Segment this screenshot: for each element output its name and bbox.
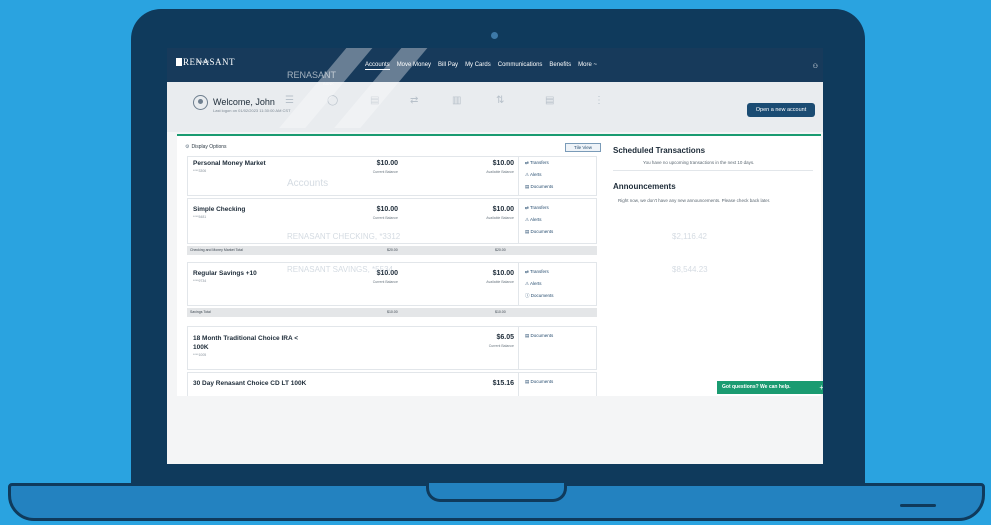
- screen-lower-area: [167, 396, 823, 464]
- scheduled-transactions-title: Scheduled Transactions: [613, 146, 706, 155]
- webcam-dot: [491, 32, 498, 39]
- available-balance: $10.00: [492, 270, 514, 277]
- deposit-icon[interactable]: ▥: [452, 95, 462, 107]
- user-icon[interactable]: ⚇: [813, 63, 818, 70]
- account-links: ▤ Documents: [518, 327, 598, 369]
- account-links: ⇄ Transfers ⚠ Alerts ▤ Documents: [518, 199, 598, 243]
- logo-mark-icon: [176, 58, 182, 66]
- welcome-title: Welcome, John: [213, 97, 275, 107]
- account-name[interactable]: Personal Money Market: [193, 160, 266, 167]
- account-row[interactable]: Personal Money Market ****3306 $10.00 Cu…: [187, 156, 597, 196]
- accounts-card: Display Options Tile View Personal Money…: [177, 134, 823, 398]
- help-chat-button[interactable]: Got questions? We can help. +: [717, 381, 823, 394]
- account-number: ****1005: [193, 353, 207, 357]
- alerts-link[interactable]: ⚠ Alerts: [525, 217, 542, 223]
- current-balance-label: Current Balance: [372, 170, 398, 174]
- display-options-toggle[interactable]: Display Options: [185, 144, 226, 150]
- transfers-link[interactable]: ⇄ Transfers: [525, 160, 549, 166]
- current-balance-label: Current Balance: [488, 344, 514, 348]
- total-available: $10.00: [495, 310, 506, 314]
- last-logon-text: Last logon on 01/02/2023 11:30:00 AM CST: [213, 108, 291, 113]
- scheduled-empty-text: You have no upcoming transactions in the…: [643, 160, 755, 165]
- transfers-link[interactable]: ⇄ Transfers: [525, 205, 549, 211]
- account-number: ****5481: [193, 215, 207, 219]
- laptop-indicator: [900, 504, 936, 507]
- laptop-screen: RENASANT BANK Accounts Move Money Bill P…: [167, 48, 823, 464]
- current-balance-label: Current Balance: [372, 280, 398, 284]
- nav-my-cards[interactable]: My Cards: [465, 62, 491, 70]
- account-row[interactable]: 18 Month Traditional Choice IRA < 100K *…: [187, 326, 597, 370]
- overlay-checking: RENASANT CHECKING, *3312: [287, 232, 401, 241]
- alerts-link[interactable]: ⚠ Alerts: [525, 172, 542, 178]
- group-total-row: Checking and Money Market Total $20.00 $…: [187, 246, 597, 255]
- sort-icon[interactable]: ⇅: [496, 95, 506, 107]
- available-balance-label: Available Balance: [486, 170, 514, 174]
- account-name[interactable]: Regular Savings +10: [193, 270, 257, 277]
- transfers-link[interactable]: ⇄ Transfers: [525, 269, 549, 275]
- document-icon[interactable]: ▤: [545, 95, 555, 107]
- current-balance-label: Current Balance: [372, 216, 398, 220]
- available-balance-label: Available Balance: [486, 216, 514, 220]
- group-total-row: Savings Total $10.00 $10.00: [187, 308, 597, 317]
- messages-icon[interactable]: ☰: [285, 95, 295, 107]
- account-name[interactable]: 30 Day Renasant Choice CD LT 100K: [193, 380, 306, 387]
- overlay-checking-amount: $2,116.42: [672, 232, 707, 241]
- documents-link[interactable]: ▤ Documents: [525, 184, 553, 190]
- nav-more[interactable]: More ~: [578, 62, 597, 70]
- section-divider: [613, 170, 813, 171]
- account-name[interactable]: Simple Checking: [193, 206, 245, 213]
- account-number: ****3306: [193, 169, 207, 173]
- account-links: ⇄ Transfers ⚠ Alerts ▤ Documents: [518, 157, 598, 195]
- avatar-icon: [193, 95, 208, 110]
- account-row[interactable]: 30 Day Renasant Choice CD LT 100K $15.16…: [187, 372, 597, 398]
- overlay-brand: RENASANT: [287, 70, 337, 80]
- total-available: $20.00: [495, 248, 506, 252]
- available-balance: $10.00: [492, 160, 514, 167]
- announcements-title: Announcements: [613, 182, 676, 191]
- available-balance: $10.00: [492, 206, 514, 213]
- overlay-accounts-heading: Accounts: [287, 178, 329, 189]
- welcome-banner: Welcome, John Last logon on 01/02/2023 1…: [167, 82, 823, 132]
- plus-icon: +: [819, 383, 823, 392]
- current-balance: $10.00: [376, 160, 398, 167]
- account-links: ▤ Documents: [518, 373, 598, 398]
- documents-link[interactable]: ▤ Documents: [525, 333, 553, 339]
- total-label: Checking and Money Market Total: [190, 248, 243, 252]
- nav-communications[interactable]: Communications: [498, 62, 543, 70]
- documents-link[interactable]: ▤ Documents: [525, 229, 553, 235]
- overlay-savings-amount: $8,544.23: [672, 265, 708, 274]
- laptop-notch: [426, 483, 567, 502]
- documents-link[interactable]: ▤ Documents: [525, 379, 553, 385]
- overlay-brand-sub: BANK: [323, 81, 334, 86]
- current-balance: $10.00: [376, 206, 398, 213]
- account-name[interactable]: 18 Month Traditional Choice IRA < 100K: [193, 334, 313, 352]
- current-balance: $15.16: [492, 380, 514, 387]
- available-balance-label: Available Balance: [486, 280, 514, 284]
- account-number: ****9734: [193, 279, 207, 283]
- nav-benefits[interactable]: Benefits: [549, 62, 571, 70]
- tile-view-button[interactable]: Tile View: [565, 143, 601, 152]
- open-account-button[interactable]: Open a new account: [747, 103, 815, 117]
- account-links: ⇄ Transfers ⚠ Alerts ⓘ Documents: [518, 263, 598, 305]
- total-label: Savings Total: [190, 310, 211, 314]
- help-label: Got questions? We can help.: [722, 384, 791, 390]
- total-current: $10.00: [387, 310, 398, 314]
- brand-sub: BANK: [197, 59, 210, 64]
- announcements-empty-text: Right now, we don't have any new announc…: [618, 198, 771, 203]
- top-navigation: RENASANT BANK Accounts Move Money Bill P…: [167, 48, 823, 82]
- alerts-link[interactable]: ⚠ Alerts: [525, 281, 542, 287]
- transfer-icon[interactable]: ⇄: [410, 95, 420, 107]
- total-current: $20.00: [387, 248, 398, 252]
- overlay-savings: RENASANT SAVINGS, *5534: [287, 265, 393, 274]
- current-balance: $6.05: [496, 334, 514, 341]
- more-vertical-icon[interactable]: ⋮: [594, 95, 604, 107]
- nav-bill-pay[interactable]: Bill Pay: [438, 62, 458, 70]
- documents-link[interactable]: ⓘ Documents: [525, 293, 554, 299]
